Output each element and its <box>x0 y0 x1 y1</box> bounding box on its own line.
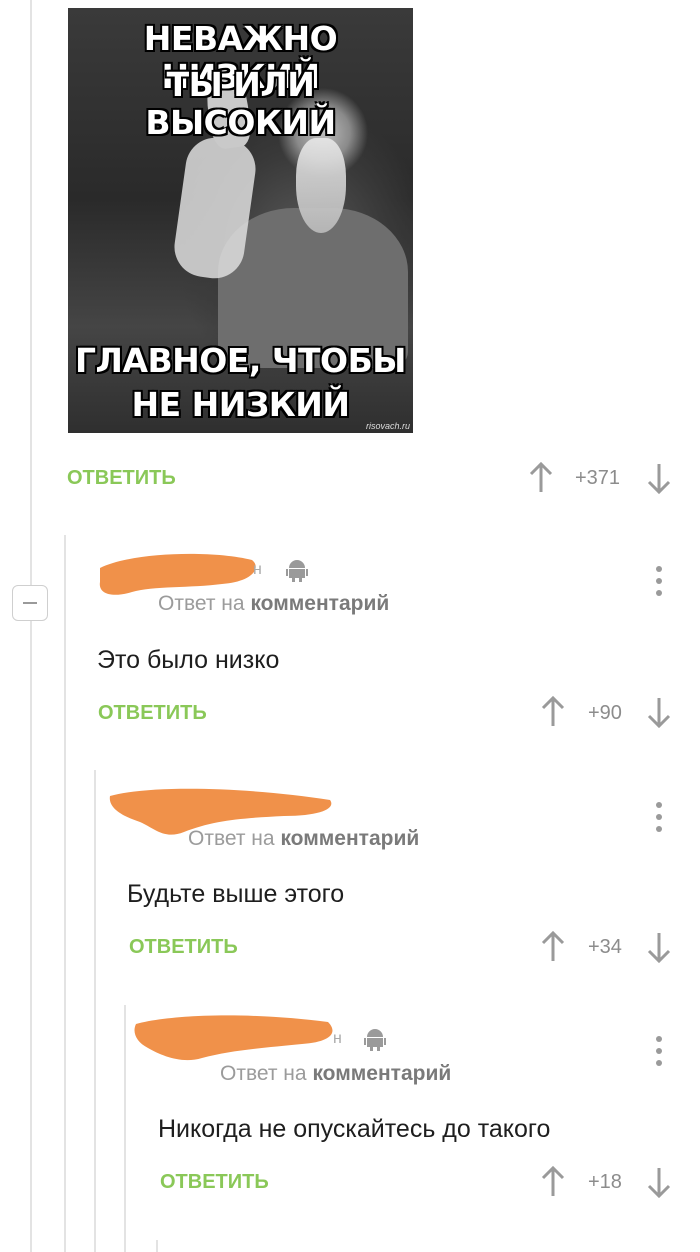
meme-top-line-2: ТЫ ИЛИ ВЫСОКИЙ <box>145 65 336 142</box>
arrow-down-icon[interactable] <box>646 696 672 728</box>
comment-text: Будьте выше этого <box>127 880 345 908</box>
reply-button[interactable]: ОТВЕТИТЬ <box>98 702 207 725</box>
thread-line-5 <box>156 1240 158 1252</box>
arrow-down-icon[interactable] <box>646 931 672 963</box>
arrow-up-icon[interactable] <box>528 462 554 494</box>
thread-line-3 <box>94 770 96 1252</box>
meme-beard <box>296 138 346 233</box>
android-icon <box>364 1029 386 1051</box>
reply-button[interactable]: ОТВЕТИТЬ <box>67 467 176 490</box>
score: +90 <box>588 702 622 724</box>
reply-button[interactable]: ОТВЕТИТЬ <box>160 1171 269 1194</box>
arrow-down-icon[interactable] <box>646 1166 672 1198</box>
thread-line-4 <box>124 1005 126 1252</box>
meme-watermark: risovach.ru <box>365 421 410 431</box>
reply-meta: Ответ на комментарий <box>158 592 389 616</box>
author-name-fragment: н <box>333 1030 342 1047</box>
meme-bottom-line-2: НЕ НИЗКИЙ <box>131 385 350 424</box>
reply-to-label: Ответ на <box>158 592 245 615</box>
reply-target-link[interactable]: комментарий <box>250 592 389 615</box>
reply-meta: Ответ на комментарий <box>188 827 419 851</box>
more-icon[interactable] <box>656 1036 662 1066</box>
comment-text: Никогда не опускайтесь до такого <box>158 1115 551 1143</box>
meme-image[interactable]: НЕВАЖНО НИЗКИЙ ТЫ ИЛИ ВЫСОКИЙ ГЛАВНОЕ, Ч… <box>68 8 413 433</box>
reply-target-link[interactable]: комментарий <box>280 827 419 850</box>
score: +34 <box>588 936 622 958</box>
more-icon[interactable] <box>656 802 662 832</box>
reply-button[interactable]: ОТВЕТИТЬ <box>129 936 238 959</box>
author-name-fragment: н <box>253 561 262 578</box>
more-icon[interactable] <box>656 566 662 596</box>
reply-target-link[interactable]: комментарий <box>312 1062 451 1085</box>
comment-text: Это было низко <box>97 646 280 674</box>
android-icon <box>286 560 308 582</box>
score: +371 <box>575 467 621 489</box>
redacted-author <box>134 1015 333 1061</box>
collapse-thread-button[interactable] <box>12 585 48 621</box>
arrow-down-icon[interactable] <box>646 462 672 494</box>
collapse-icon <box>23 602 37 604</box>
reply-meta: Ответ на комментарий <box>220 1062 451 1086</box>
score: +18 <box>588 1171 622 1193</box>
reply-to-label: Ответ на <box>220 1062 307 1085</box>
arrow-up-icon[interactable] <box>540 696 566 728</box>
arrow-up-icon[interactable] <box>540 931 566 963</box>
thread-line-1 <box>30 0 32 1252</box>
arrow-up-icon[interactable] <box>540 1166 566 1198</box>
meme-bottom-line-1: ГЛАВНОЕ, ЧТОБЫ <box>75 341 406 380</box>
thread-line-2 <box>64 535 66 1252</box>
reply-to-label: Ответ на <box>188 827 275 850</box>
